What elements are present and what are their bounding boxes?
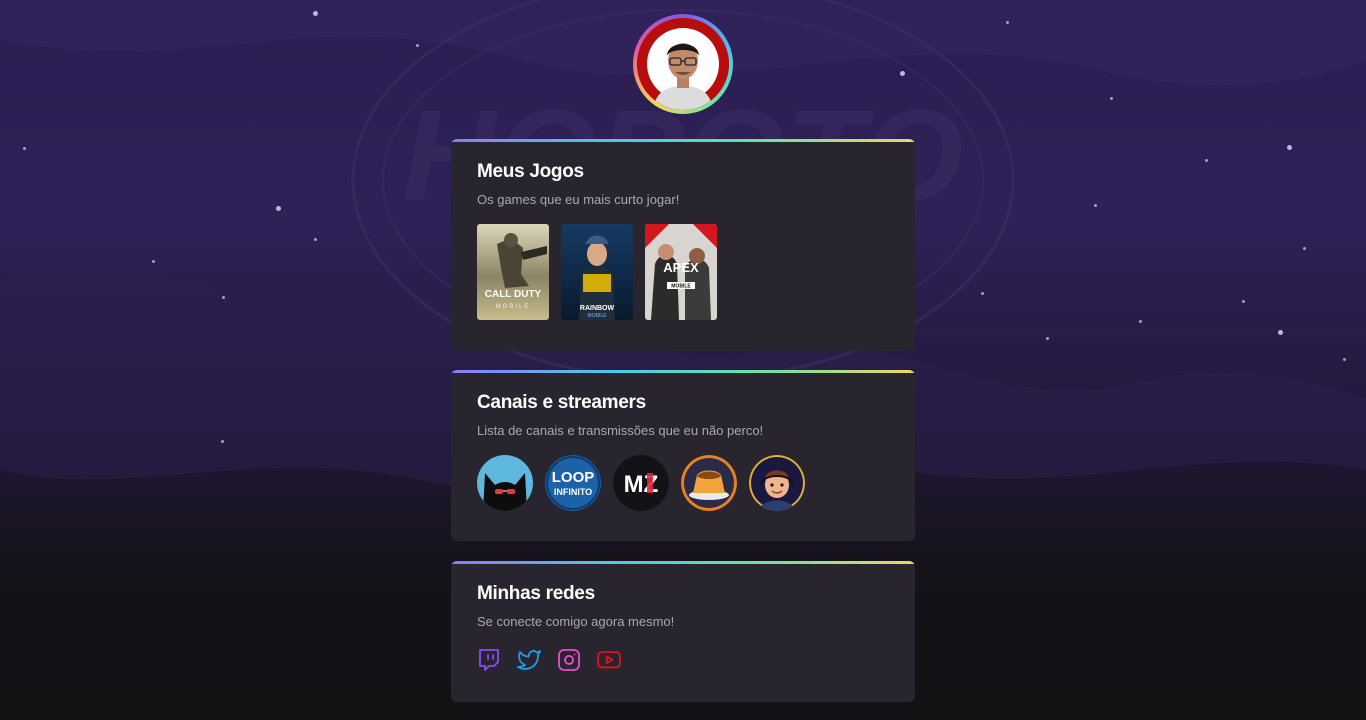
game-cover-title: RAINBOW: [580, 305, 615, 312]
star: [276, 206, 281, 211]
loop-infinito-avatar: LOOP INFINITO: [545, 455, 601, 511]
youtube-link[interactable]: [597, 648, 621, 672]
star: [900, 71, 905, 76]
games-list: CALL DUTY MOBILE RAINBOW MOBILE APEX MOB…: [477, 224, 889, 320]
twitter-link[interactable]: [517, 648, 541, 672]
star: [981, 292, 984, 295]
avatar-illustration: [637, 18, 729, 110]
channels-card-title: Canais e streamers: [477, 392, 646, 413]
social-card: Minhas redes Se conecte comigo agora mes…: [451, 561, 915, 702]
star: [221, 440, 224, 443]
youtube-icon: [597, 651, 621, 669]
channels-card-subtitle: Lista de canais e transmissões que eu nã…: [477, 423, 764, 438]
star: [1303, 247, 1306, 250]
game-call-of-duty-mobile[interactable]: CALL DUTY MOBILE: [477, 224, 549, 320]
star: [1139, 320, 1142, 323]
star: [1046, 337, 1049, 340]
star: [23, 147, 26, 150]
avatar-photo: [637, 18, 729, 110]
star: [1242, 300, 1245, 303]
star: [1278, 330, 1283, 335]
star: [313, 11, 318, 16]
black-cat-avatar: [477, 455, 533, 511]
game-cover-title: CALL DUTY: [485, 289, 542, 300]
game-rainbow-six-mobile[interactable]: RAINBOW MOBILE: [561, 224, 633, 320]
star: [1006, 21, 1009, 24]
games-card-subtitle: Os games que eu mais curto jogar!: [477, 192, 680, 207]
rainbow-six-cover: RAINBOW MOBILE: [561, 224, 633, 320]
star: [152, 260, 155, 263]
star: [1094, 204, 1097, 207]
game-apex-legends-mobile[interactable]: APEX MOBILE: [645, 224, 717, 320]
star: [1343, 358, 1346, 361]
star: [314, 238, 317, 241]
game-cover-subtitle: MOBILE: [496, 304, 531, 310]
game-cover-title: APEX: [663, 260, 699, 275]
channel-logo-text: LOOP: [552, 469, 595, 486]
instagram-icon: [558, 649, 580, 671]
game-cover-subtitle: MOBILE: [588, 313, 608, 319]
instagram-link[interactable]: [557, 648, 581, 672]
social-card-title: Minhas redes: [477, 583, 595, 604]
channel-pudim[interactable]: [681, 455, 737, 511]
star: [1287, 145, 1292, 150]
star: [1110, 97, 1113, 100]
social-card-subtitle: Se conecte comigo agora mesmo!: [477, 614, 675, 629]
channel-black-cat[interactable]: [477, 455, 533, 511]
star: [222, 296, 225, 299]
twitter-icon: [517, 650, 541, 670]
star: [1205, 159, 1208, 162]
channel-loop-infinito[interactable]: LOOP INFINITO: [545, 455, 601, 511]
apex-legends-cover: APEX MOBILE: [645, 224, 717, 320]
twitch-link[interactable]: [477, 648, 501, 672]
pudim-avatar: [681, 455, 737, 511]
channel-cartoon-guy[interactable]: [749, 455, 805, 511]
games-card-title: Meus Jogos: [477, 161, 584, 182]
games-card: Meus Jogos Os games que eu mais curto jo…: [451, 139, 915, 351]
mz-avatar: MZ: [613, 455, 669, 511]
channel-logo-text: MZ: [624, 471, 659, 498]
twitch-icon: [479, 649, 499, 671]
channel-mz[interactable]: MZ: [613, 455, 669, 511]
social-links: [477, 648, 889, 672]
channels-card: Canais e streamers Lista de canais e tra…: [451, 370, 915, 541]
profile-avatar: [633, 14, 733, 114]
star: [416, 44, 419, 47]
cartoon-guy-avatar: [749, 455, 805, 511]
channels-list: LOOP INFINITO MZ: [477, 455, 889, 511]
call-of-duty-cover: CALL DUTY MOBILE: [477, 224, 549, 320]
channel-logo-subtext: INFINITO: [554, 487, 592, 497]
game-cover-subtitle: MOBILE: [671, 284, 691, 290]
